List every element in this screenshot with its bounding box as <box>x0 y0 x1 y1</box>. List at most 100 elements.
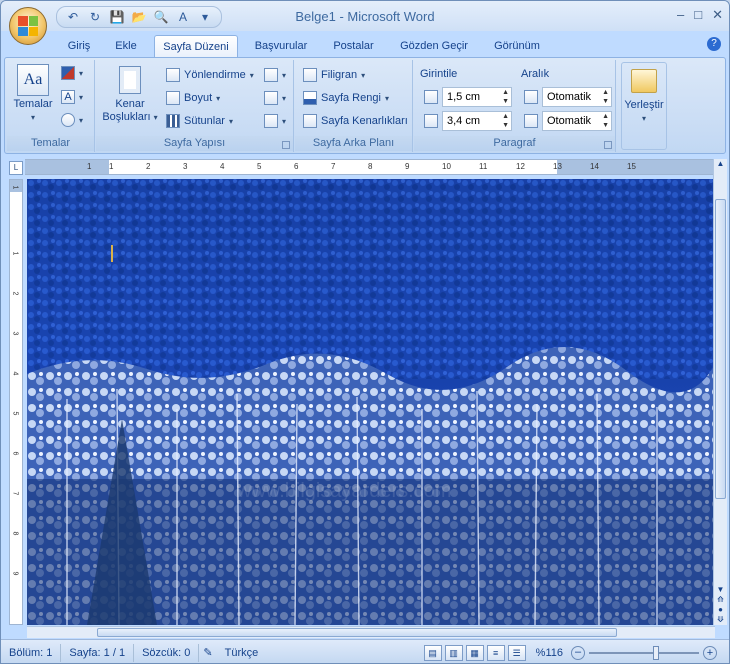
browse-object-icon[interactable]: ▼ ⟰ ● ⟱ <box>714 585 727 625</box>
group-label-sayfa-arka-plani: Sayfa Arka Planı <box>295 136 412 151</box>
page-color-icon <box>303 91 317 105</box>
office-logo-icon <box>18 16 38 36</box>
columns-button[interactable]: Sütunlar ▾ <box>166 114 233 128</box>
margins-label-1: Kenar <box>115 98 145 110</box>
horizontal-scroll-thumb[interactable] <box>97 628 617 637</box>
help-icon[interactable]: ? <box>707 37 721 51</box>
margins-button[interactable]: Kenar Boşlukları ▾ <box>99 66 161 124</box>
orientation-button[interactable]: Yönlendirme ▾ <box>166 68 254 82</box>
zoom-slider[interactable] <box>589 645 699 660</box>
theme-colors-button[interactable]: ▾ <box>61 66 83 80</box>
watermark-label: Filigran <box>321 69 358 81</box>
ruler-number: 7 <box>331 162 336 171</box>
close-button[interactable]: ✕ <box>712 7 723 23</box>
word-window: ↶ ↻ 💾 📂 🔍 A ▾ Belge1 - Microsoft Word – … <box>0 0 730 664</box>
group-sayfa-arka-plani: Filigran ▾ Sayfa Rengi ▾ Sayfa Kenarlıklar… <box>295 60 413 152</box>
indent-right-icon <box>424 114 438 128</box>
scroll-up-icon[interactable]: ▲ <box>714 159 727 173</box>
vertical-scrollbar[interactable]: ▲ ▼ ⟰ ● ⟱ <box>713 159 727 625</box>
web-layout-icon[interactable]: ▦ <box>465 644 484 661</box>
indent-right-spinner-icon[interactable]: ▲ ▼ <box>502 112 509 130</box>
ruler-number: 8 <box>11 531 19 536</box>
tab-sayfa-duzeni[interactable]: Sayfa Düzeni <box>154 35 238 58</box>
hyphenation-icon <box>264 114 278 128</box>
zoom-level[interactable]: %116 <box>536 647 563 659</box>
draft-view-icon[interactable]: ☰ <box>507 644 526 661</box>
horizontal-scrollbar[interactable] <box>27 626 715 638</box>
ruler-number: 9 <box>405 162 410 171</box>
title-bar: ↶ ↻ 💾 📂 🔍 A ▾ Belge1 - Microsoft Word – … <box>1 1 729 31</box>
ruler-number: 8 <box>368 162 373 171</box>
space-after-value: Otomatik <box>547 115 592 127</box>
watermark-button[interactable]: Filigran ▾ <box>303 68 365 82</box>
ribbon-tabs: Giriş Ekle Sayfa Düzeni Başvurular Posta… <box>1 31 729 58</box>
tab-gorunum[interactable]: Görünüm <box>485 35 549 58</box>
ruler-number: 12 <box>516 162 525 171</box>
proofing-icon[interactable]: ✎ <box>199 644 216 662</box>
window-title: Belge1 - Microsoft Word <box>295 9 435 24</box>
theme-effects-button[interactable]: ▾ <box>61 113 83 127</box>
themes-icon: Aa <box>17 64 49 96</box>
tab-gozden-gecir[interactable]: Gözden Geçir <box>393 35 475 58</box>
ruler-number: 7 <box>11 491 19 496</box>
outline-view-icon[interactable]: ≡ <box>486 644 505 661</box>
tab-giris[interactable]: Giriş <box>59 35 99 58</box>
temalar-label: Temalar <box>13 98 53 110</box>
tab-postalar[interactable]: Postalar <box>326 35 381 58</box>
zoom-slider-thumb[interactable] <box>653 645 659 660</box>
ruler-number: 6 <box>294 162 299 171</box>
tab-basvurular[interactable]: Başvurular <box>246 35 316 58</box>
arrange-label: Yerleştir <box>624 99 664 111</box>
ruler-number: 9 <box>11 571 19 576</box>
document-page[interactable]: www.bilgisayarders.com <box>27 179 715 625</box>
line-numbers-button[interactable]: ▾ <box>264 91 286 105</box>
minimize-button[interactable]: – <box>677 7 684 23</box>
zoom-out-icon[interactable]: – <box>571 645 585 660</box>
page-borders-button[interactable]: Sayfa Kenarlıkları <box>303 114 408 128</box>
space-after-spinner-icon[interactable]: ▲ ▼ <box>602 112 609 130</box>
theme-colors-icon <box>61 66 75 80</box>
vertical-scroll-thumb[interactable] <box>715 199 726 499</box>
size-button[interactable]: Boyut ▾ <box>166 91 220 105</box>
office-button[interactable] <box>9 7 47 45</box>
space-before-spinner-icon[interactable]: ▲ ▼ <box>602 88 609 106</box>
indent-right-field[interactable]: 3,4 cm ▲ ▼ <box>442 111 512 131</box>
margins-icon <box>119 66 141 94</box>
status-language[interactable]: Türkçe <box>217 644 267 662</box>
status-section[interactable]: Bölüm: 1 <box>1 643 62 662</box>
horizontal-ruler: 1 1 2 3 4 5 6 7 8 9 10 11 12 13 14 15 <box>25 159 715 175</box>
page-color-button[interactable]: Sayfa Rengi ▾ <box>303 91 389 105</box>
vertical-ruler: 1 1 2 3 4 5 6 7 8 9 <box>9 179 23 625</box>
indent-left-field[interactable]: 1,5 cm ▲ ▼ <box>442 87 512 107</box>
paragraph-launcher-icon[interactable] <box>604 141 612 149</box>
page-color-label: Sayfa Rengi <box>321 92 381 104</box>
status-word-count[interactable]: Sözcük: 0 <box>134 643 200 662</box>
text-cursor <box>111 245 113 262</box>
arrange-button[interactable]: Yerleştir ▾ <box>622 69 666 125</box>
ruler-number: 1 <box>109 162 114 171</box>
full-screen-reading-icon[interactable]: ▥ <box>444 644 463 661</box>
theme-fonts-button[interactable]: A ▾ <box>61 90 83 104</box>
arrange-icon <box>631 69 657 93</box>
print-layout-view-icon[interactable]: ▤ <box>423 644 442 661</box>
indent-left-spinner-icon[interactable]: ▲ ▼ <box>502 88 509 106</box>
line-numbers-icon <box>264 91 278 105</box>
ruler-number: 5 <box>11 411 19 416</box>
ribbon: Aa Temalar ▾ ▾ A ▾ ▾ Temalar Kenar Boşlukla… <box>4 57 726 154</box>
maximize-button[interactable]: □ <box>694 7 702 23</box>
page-setup-launcher-icon[interactable] <box>282 141 290 149</box>
space-after-field[interactable]: Otomatik ▲ ▼ <box>542 111 612 131</box>
columns-label: Sütunlar <box>184 115 225 127</box>
zoom-in-icon[interactable]: + <box>703 645 717 660</box>
tab-ekle[interactable]: Ekle <box>107 35 145 58</box>
theme-effects-icon <box>61 113 75 127</box>
hyphenation-button[interactable]: ▾ <box>264 114 286 128</box>
ruler-number: 11 <box>479 162 488 171</box>
temalar-button[interactable]: Aa Temalar ▾ <box>13 64 53 124</box>
tab-stop-selector[interactable]: L <box>9 161 23 175</box>
breaks-button[interactable]: ▾ <box>264 68 286 82</box>
space-before-value: Otomatik <box>547 91 592 103</box>
status-page[interactable]: Sayfa: 1 / 1 <box>61 643 135 662</box>
space-before-field[interactable]: Otomatik ▲ ▼ <box>542 87 612 107</box>
ruler-number: 2 <box>11 291 19 296</box>
